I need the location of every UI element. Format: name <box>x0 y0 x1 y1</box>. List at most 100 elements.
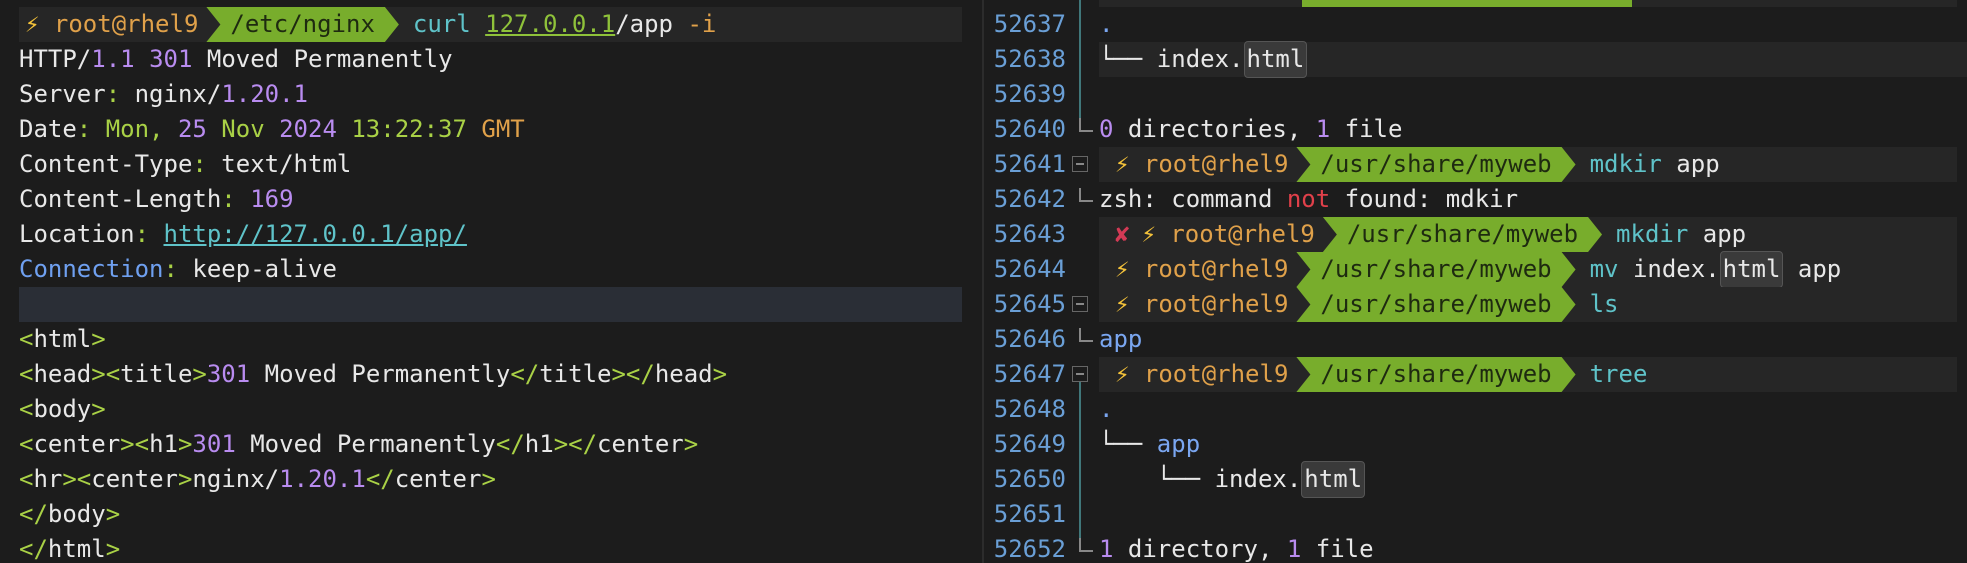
summary-text: directory, <box>1113 535 1287 563</box>
lightning-icon: ⚡ <box>1115 150 1130 178</box>
tag-name: head <box>33 360 92 388</box>
location-link[interactable]: http://127.0.0.1/app/ <box>164 217 467 252</box>
command: curl <box>412 10 471 38</box>
line-number: 52641 <box>993 150 1066 178</box>
line-number: 52645 <box>993 290 1066 318</box>
tag-punct: </ <box>510 360 540 388</box>
date-day: 25 <box>177 115 207 143</box>
tree-summary: 1 directory, 1 file <box>1099 532 1967 563</box>
tree-entry: └── index. html <box>1099 41 1967 78</box>
line-number: 52650 <box>993 465 1066 493</box>
header-sep: : <box>163 255 193 283</box>
line-number: 52643 <box>993 220 1066 248</box>
command: tree <box>1589 360 1648 388</box>
tag-name: body <box>47 500 106 528</box>
html-line: < body > <box>19 392 962 427</box>
fold-collapse-icon[interactable] <box>1072 366 1088 382</box>
tag-punct: </ <box>19 500 48 528</box>
tag-name: html <box>33 325 92 353</box>
fold-guide <box>1079 382 1081 542</box>
prompt-line: ⚡ root@rhel9 /usr/share/myweb ls <box>1099 287 1967 322</box>
prompt-line: ✘ ⚡ root@rhel9 /usr/share/myweb mkdir app <box>1099 217 1967 252</box>
tree-branch: └── <box>1099 45 1157 73</box>
tag-punct: > <box>91 325 106 353</box>
prompt-user: root@rhel9 <box>1143 255 1289 283</box>
prompt-line: ⚡ root@rhel9 /usr/share/myweb mdkir app <box>1099 147 1967 182</box>
prompt-user: root@rhel9 <box>53 10 199 38</box>
date-year: 2024 <box>279 115 337 143</box>
right-terminal-pane[interactable]: 52637 52638 52639 52640 52641 52642 5264… <box>984 0 1967 563</box>
header-key: Date <box>19 115 77 143</box>
fold-end-marker <box>1079 118 1093 132</box>
fold-collapse-icon[interactable] <box>1072 296 1088 312</box>
ls-output: app <box>1099 322 1967 357</box>
tag-punct: >< <box>91 360 121 388</box>
prompt-user: root@rhel9 <box>1143 360 1289 388</box>
tag-name: center <box>33 430 121 458</box>
tag-punct: > <box>105 535 121 563</box>
html-line: < center >< h1 >301 Moved Permanently </h1 ></… <box>19 427 962 462</box>
tag-punct: </ <box>495 430 525 458</box>
http-status-code: 301 <box>149 45 193 73</box>
http-status-line: HTTP/1.1 301 Moved Permanently <box>19 42 962 77</box>
html-number: 301 <box>192 430 236 458</box>
file-ext-highlight: html <box>1243 41 1308 78</box>
tag-name: head <box>654 360 713 388</box>
prompt-path-segment: /usr/share/myweb <box>1296 252 1575 287</box>
prompt-path-segment: /etc/nginx <box>206 7 399 42</box>
fold-collapse-icon[interactable] <box>1072 156 1088 172</box>
html-text: Moved Permanently <box>235 430 496 458</box>
tag-punct: < <box>19 430 34 458</box>
count: 1 <box>1315 115 1331 143</box>
prompt-user-segment: ⚡ root@rhel9 <box>1099 252 1296 287</box>
prompt-user: root@rhel9 <box>1143 290 1289 318</box>
tag-punct: > <box>91 395 106 423</box>
line-number: 52644 <box>993 255 1066 283</box>
fold-guide <box>1079 0 1081 118</box>
header-sep: : <box>192 150 222 178</box>
error-text: zsh: command <box>1099 185 1287 213</box>
line-number: 52651 <box>993 500 1066 528</box>
tag-punct: > <box>192 360 207 388</box>
tag-punct: </ <box>19 535 48 563</box>
lightning-icon: ⚡ <box>1115 255 1130 283</box>
command-arg: index. <box>1618 255 1720 283</box>
command-arg-path: /app <box>615 10 673 38</box>
tag-punct: >< <box>62 465 92 493</box>
tag-punct: >< <box>120 430 150 458</box>
header-sep: : <box>105 80 135 108</box>
error-keyword: not <box>1286 185 1331 213</box>
tag-punct: > <box>105 500 121 528</box>
tree-entry: └── index. html <box>1099 461 1967 498</box>
header-connection: Connection: keep-alive <box>19 252 962 287</box>
left-terminal-pane[interactable]: ⚡ root@rhel9 /etc/nginx curl 127.0.0.1/a… <box>0 0 982 563</box>
header-sep: : <box>221 185 251 213</box>
header-key: Content-Length <box>19 185 222 213</box>
line-number: 52648 <box>993 395 1066 423</box>
line-number: 52640 <box>993 115 1066 143</box>
command: ls <box>1589 290 1619 318</box>
tag-punct: > <box>481 465 496 493</box>
prompt-user-segment: ⚡ root@rhel9 <box>19 7 206 42</box>
count: 1 <box>1286 535 1302 563</box>
prompt-path-segment: /usr/share/myweb <box>1323 217 1602 252</box>
header-key: Connection <box>19 255 164 283</box>
line-number: 52652 <box>993 535 1066 563</box>
tag-name: h1 <box>524 430 554 458</box>
tag-punct: < <box>19 360 34 388</box>
tag-punct: </ <box>365 465 395 493</box>
tag-punct: < <box>19 395 34 423</box>
command: mdkir <box>1589 150 1662 178</box>
header-key: Location <box>19 220 135 248</box>
lightning-icon: ⚡ <box>1115 290 1130 318</box>
command-arg-host: 127.0.0.1 <box>485 10 616 38</box>
command-arg: app <box>1783 255 1842 283</box>
header-key: Content-Type <box>19 150 193 178</box>
line-number: 52637 <box>993 10 1066 38</box>
tag-name: center <box>597 430 684 458</box>
tag-punct: > <box>177 465 193 493</box>
tag-name: body <box>33 395 92 423</box>
html-text: Moved Permanently <box>250 360 511 388</box>
error-output: zsh: command not found: mdkir <box>1099 182 1967 217</box>
html-number: 301 <box>206 360 251 388</box>
